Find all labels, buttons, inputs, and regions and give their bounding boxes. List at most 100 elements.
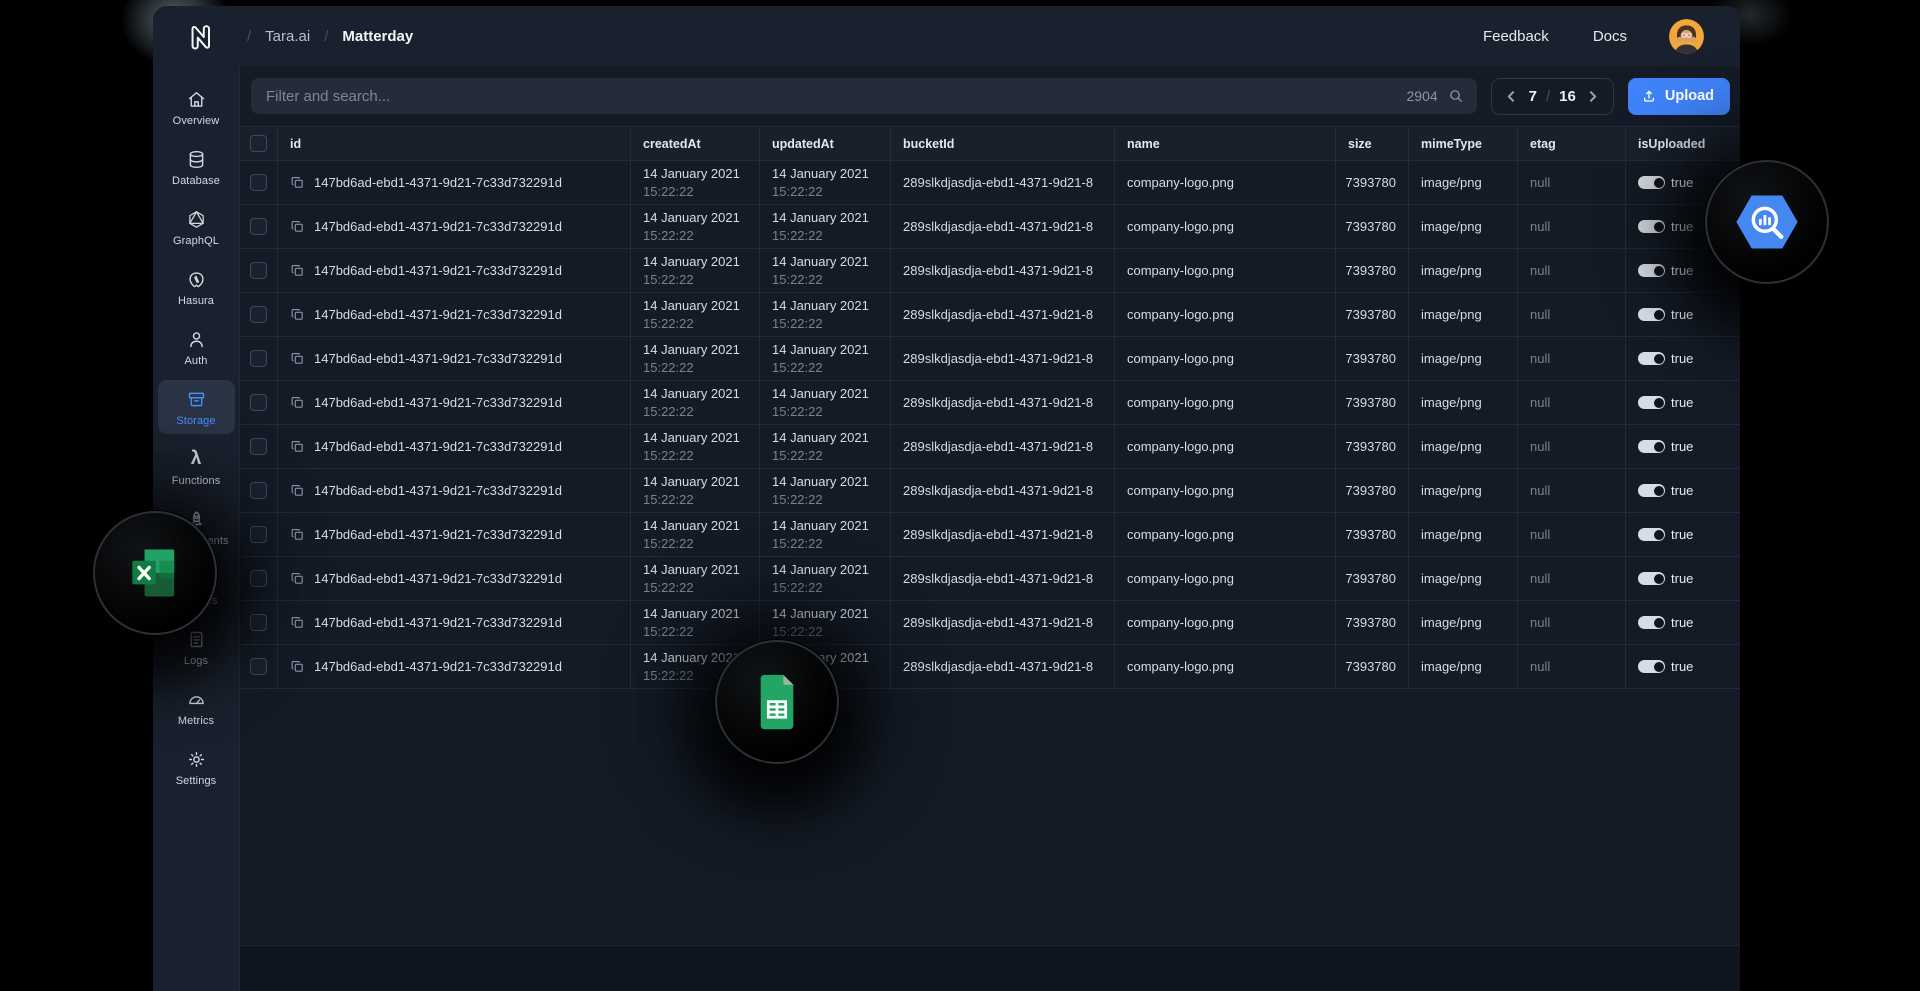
- is-uploaded-toggle[interactable]: [1638, 484, 1665, 497]
- is-uploaded-toggle[interactable]: [1638, 616, 1665, 629]
- sidebar-item-storage[interactable]: Storage: [157, 380, 235, 434]
- sidebar-item-metrics[interactable]: Metrics: [158, 680, 235, 734]
- sidebar-item-overview[interactable]: Overview: [158, 80, 235, 134]
- upload-button[interactable]: Upload: [1627, 77, 1730, 115]
- docs-link[interactable]: Docs: [1593, 28, 1627, 45]
- microsoft-excel-icon[interactable]: [93, 511, 217, 635]
- is-uploaded-toggle[interactable]: [1638, 176, 1665, 189]
- column-header-id[interactable]: id: [278, 127, 631, 160]
- cell-updatedAt: 14 January 202115:22:22: [760, 249, 891, 292]
- cell-id: 147bd6ad-ebd1-4371-9d21-7c33d732291d: [278, 249, 631, 292]
- is-uploaded-toggle[interactable]: [1638, 440, 1665, 453]
- metrics-icon: [185, 688, 207, 710]
- cell-mimeType: image/png: [1409, 601, 1518, 644]
- is-uploaded-toggle[interactable]: [1638, 396, 1665, 409]
- user-avatar[interactable]: [1669, 18, 1704, 54]
- row-checkbox[interactable]: [250, 438, 267, 455]
- breadcrumb-app[interactable]: Matterday: [342, 28, 413, 45]
- column-header-mimeType[interactable]: mimeType: [1409, 127, 1518, 160]
- copy-icon[interactable]: [290, 219, 305, 234]
- breadcrumb-separator: /: [247, 27, 252, 45]
- copy-icon[interactable]: [290, 175, 305, 190]
- copy-icon[interactable]: [290, 439, 305, 454]
- table-header: id createdAt updatedAt bucketId name siz…: [240, 126, 1740, 161]
- cell-etag: null: [1518, 381, 1626, 424]
- copy-icon[interactable]: [290, 659, 305, 674]
- table-row: 147bd6ad-ebd1-4371-9d21-7c33d732291d 14 …: [240, 645, 1740, 689]
- breadcrumb-project[interactable]: Tara.ai: [265, 28, 310, 45]
- cell-bucketId: 289slkdjasdja-ebd1-4371-9d21-8: [891, 425, 1115, 468]
- cell-bucketId: 289slkdjasdja-ebd1-4371-9d21-8: [891, 645, 1115, 688]
- column-header-isUploaded[interactable]: isUploaded: [1626, 127, 1740, 160]
- column-header-createdAt[interactable]: createdAt: [631, 127, 760, 160]
- row-checkbox[interactable]: [250, 174, 267, 191]
- app-logo-icon[interactable]: [183, 17, 221, 55]
- result-count: 2904: [1406, 88, 1438, 104]
- row-checkbox[interactable]: [250, 614, 267, 631]
- is-uploaded-toggle[interactable]: [1638, 528, 1665, 541]
- is-uploaded-toggle[interactable]: [1638, 572, 1665, 585]
- is-uploaded-toggle[interactable]: [1638, 264, 1665, 277]
- sidebar-item-settings[interactable]: Settings: [158, 740, 235, 794]
- sidebar-item-label: GraphQL: [173, 235, 219, 247]
- row-checkbox[interactable]: [250, 570, 267, 587]
- row-checkbox[interactable]: [250, 526, 267, 543]
- cell-name: company-logo.png: [1115, 557, 1336, 600]
- column-header-size[interactable]: size: [1336, 127, 1409, 160]
- cell-etag: null: [1518, 513, 1626, 556]
- sidebar-item-auth[interactable]: Auth: [158, 320, 235, 374]
- copy-icon[interactable]: [290, 263, 305, 278]
- row-checkbox[interactable]: [250, 482, 267, 499]
- sidebar-item-database[interactable]: Database: [158, 140, 235, 194]
- sidebar-item-hasura[interactable]: Hasura: [158, 260, 235, 314]
- copy-icon[interactable]: [290, 527, 305, 542]
- row-checkbox[interactable]: [250, 394, 267, 411]
- row-checkbox[interactable]: [250, 218, 267, 235]
- copy-icon[interactable]: [290, 615, 305, 630]
- cell-id: 147bd6ad-ebd1-4371-9d21-7c33d732291d: [278, 205, 631, 248]
- previous-page-button[interactable]: [1504, 88, 1520, 104]
- is-uploaded-toggle[interactable]: [1638, 220, 1665, 233]
- cell-createdAt: 14 January 2021 15:22:22: [631, 513, 760, 556]
- cell-etag: null: [1518, 557, 1626, 600]
- cell-size: 7393780: [1336, 557, 1409, 600]
- google-bigquery-icon[interactable]: [1705, 160, 1829, 284]
- breadcrumb-separator: /: [324, 27, 329, 45]
- column-header-bucketId[interactable]: bucketId: [891, 127, 1115, 160]
- copy-icon[interactable]: [290, 483, 305, 498]
- row-checkbox[interactable]: [250, 262, 267, 279]
- copy-icon[interactable]: [290, 307, 305, 322]
- row-checkbox[interactable]: [250, 350, 267, 367]
- cell-id: 147bd6ad-ebd1-4371-9d21-7c33d732291d: [278, 469, 631, 512]
- copy-icon[interactable]: [290, 351, 305, 366]
- column-header-name[interactable]: name: [1115, 127, 1336, 160]
- cell-name: company-logo.png: [1115, 425, 1336, 468]
- column-header-updatedAt[interactable]: updatedAt: [760, 127, 891, 160]
- select-all-checkbox[interactable]: [250, 135, 267, 152]
- cell-name: company-logo.png: [1115, 249, 1336, 292]
- search-input[interactable]: [251, 78, 1477, 114]
- is-uploaded-toggle[interactable]: [1638, 660, 1665, 673]
- table-row: 147bd6ad-ebd1-4371-9d21-7c33d732291d 14 …: [240, 293, 1740, 337]
- table-row: 147bd6ad-ebd1-4371-9d21-7c33d732291d 14 …: [240, 425, 1740, 469]
- cell-updatedAt: 14 January 202115:22:22: [760, 381, 891, 424]
- is-uploaded-toggle[interactable]: [1638, 308, 1665, 321]
- sidebar-item-functions[interactable]: λ Functions: [158, 440, 235, 494]
- cell-bucketId: 289slkdjasdja-ebd1-4371-9d21-8: [891, 205, 1115, 248]
- cell-bucketId: 289slkdjasdja-ebd1-4371-9d21-8: [891, 557, 1115, 600]
- feedback-link[interactable]: Feedback: [1483, 28, 1549, 45]
- copy-icon[interactable]: [290, 571, 305, 586]
- row-checkbox[interactable]: [250, 658, 267, 675]
- sidebar-item-graphql[interactable]: GraphQL: [158, 200, 235, 254]
- google-sheets-icon[interactable]: [715, 640, 839, 764]
- copy-icon[interactable]: [290, 395, 305, 410]
- cell-mimeType: image/png: [1409, 513, 1518, 556]
- cell-etag: null: [1518, 249, 1626, 292]
- row-checkbox[interactable]: [250, 306, 267, 323]
- cell-etag: null: [1518, 645, 1626, 688]
- column-header-etag[interactable]: etag: [1518, 127, 1626, 160]
- table-row: 147bd6ad-ebd1-4371-9d21-7c33d732291d 14 …: [240, 469, 1740, 513]
- is-uploaded-toggle[interactable]: [1638, 352, 1665, 365]
- next-page-button[interactable]: [1585, 88, 1601, 104]
- upload-icon: [1643, 90, 1654, 102]
